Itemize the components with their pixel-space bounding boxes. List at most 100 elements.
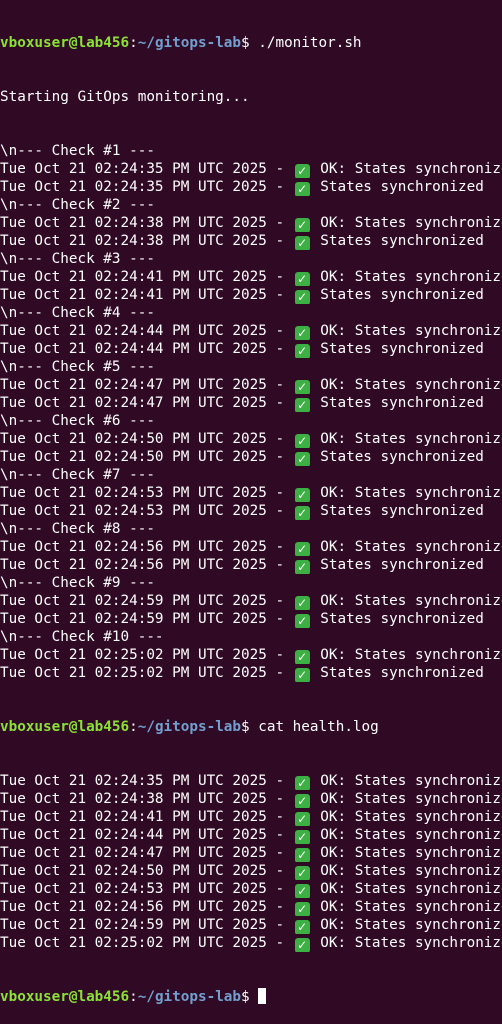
log-message: OK: States synchronized xyxy=(311,161,502,177)
check-mark-icon: ✓ xyxy=(294,776,310,790)
check-header: \n--- Check #3 --- xyxy=(0,251,155,267)
prompt-path: ~/gitops-lab xyxy=(137,989,242,1005)
check-mark-icon: ✓ xyxy=(294,326,310,340)
log-timestamp: Tue Oct 21 02:24:50 PM UTC 2025 - xyxy=(0,863,293,879)
log-line: Tue Oct 21 02:24:59 PM UTC 2025 - ✓ Stat… xyxy=(0,610,502,628)
check-header: \n--- Check #2 --- xyxy=(0,197,155,213)
log-message: OK: States synchronized xyxy=(311,773,502,789)
log-timestamp: Tue Oct 21 02:24:41 PM UTC 2025 - xyxy=(0,269,293,285)
log-message: OK: States synchronized xyxy=(311,935,502,951)
log-timestamp: Tue Oct 21 02:24:35 PM UTC 2025 - xyxy=(0,161,293,177)
prompt-user-host: vboxuser@lab456 xyxy=(0,989,130,1005)
log-line: Tue Oct 21 02:24:38 PM UTC 2025 - ✓ OK: … xyxy=(0,214,502,232)
check-mark-icon: ✓ xyxy=(294,596,310,610)
log-timestamp: Tue Oct 21 02:25:02 PM UTC 2025 - xyxy=(0,665,293,681)
log-message: OK: States synchronized xyxy=(311,881,502,897)
log-timestamp: Tue Oct 21 02:24:38 PM UTC 2025 - xyxy=(0,215,293,231)
log-timestamp: Tue Oct 21 02:24:44 PM UTC 2025 - xyxy=(0,341,293,357)
check-mark-icon: ✓ xyxy=(294,218,310,232)
check-mark-icon: ✓ xyxy=(294,848,310,862)
prompt-user-host: vboxuser@lab456 xyxy=(0,719,130,735)
log-message: OK: States synchronized xyxy=(311,917,502,933)
prompt-symbol: $ xyxy=(241,719,259,735)
log-message: States synchronized xyxy=(311,341,484,357)
check-mark-icon: ✓ xyxy=(294,650,310,664)
log-line: Tue Oct 21 02:24:41 PM UTC 2025 - ✓ OK: … xyxy=(0,808,502,826)
log-line: Tue Oct 21 02:24:35 PM UTC 2025 - ✓ OK: … xyxy=(0,772,502,790)
log-timestamp: Tue Oct 21 02:24:53 PM UTC 2025 - xyxy=(0,485,293,501)
prompt-separator: : xyxy=(129,719,138,735)
log-timestamp: Tue Oct 21 02:24:44 PM UTC 2025 - xyxy=(0,827,293,843)
log-line: Tue Oct 21 02:24:53 PM UTC 2025 - ✓ Stat… xyxy=(0,502,502,520)
check-header: \n--- Check #6 --- xyxy=(0,413,155,429)
log-timestamp: Tue Oct 21 02:24:50 PM UTC 2025 - xyxy=(0,449,293,465)
check-mark-icon: ✓ xyxy=(294,920,310,934)
log-line: Tue Oct 21 02:24:35 PM UTC 2025 - ✓ OK: … xyxy=(0,160,502,178)
log-timestamp: Tue Oct 21 02:24:47 PM UTC 2025 - xyxy=(0,845,293,861)
log-line: Tue Oct 21 02:24:50 PM UTC 2025 - ✓ OK: … xyxy=(0,430,502,448)
prompt-line: vboxuser@lab456:~/gitops-lab$ xyxy=(0,988,502,1006)
log-line: Tue Oct 21 02:24:56 PM UTC 2025 - ✓ OK: … xyxy=(0,538,502,556)
terminal-output[interactable]: vboxuser@lab456:~/gitops-lab$ ./monitor.… xyxy=(0,0,502,1024)
check-mark-icon: ✓ xyxy=(294,398,310,412)
check-header: \n--- Check #7 --- xyxy=(0,467,155,483)
log-message: States synchronized xyxy=(311,287,484,303)
log-line: Tue Oct 21 02:24:38 PM UTC 2025 - ✓ Stat… xyxy=(0,232,502,250)
log-timestamp: Tue Oct 21 02:24:47 PM UTC 2025 - xyxy=(0,377,293,393)
health-log-output: Tue Oct 21 02:24:35 PM UTC 2025 - ✓ OK: … xyxy=(0,772,502,952)
log-timestamp: Tue Oct 21 02:24:38 PM UTC 2025 - xyxy=(0,233,293,249)
check-mark-icon: ✓ xyxy=(294,164,310,178)
monitor-output: \n--- Check #1 --- Tue Oct 21 02:24:35 PM… xyxy=(0,142,502,682)
check-mark-icon: ✓ xyxy=(294,272,310,286)
check-mark-icon: ✓ xyxy=(294,866,310,880)
log-line: Tue Oct 21 02:24:41 PM UTC 2025 - ✓ Stat… xyxy=(0,286,502,304)
log-message: OK: States synchronized xyxy=(311,863,502,879)
log-timestamp: Tue Oct 21 02:24:56 PM UTC 2025 - xyxy=(0,899,293,915)
log-timestamp: Tue Oct 21 02:24:38 PM UTC 2025 - xyxy=(0,791,293,807)
prompt-separator: : xyxy=(129,989,138,1005)
output-line: Starting GitOps monitoring... xyxy=(0,89,250,105)
log-message: States synchronized xyxy=(311,557,484,573)
log-timestamp: Tue Oct 21 02:24:35 PM UTC 2025 - xyxy=(0,179,293,195)
log-line: Tue Oct 21 02:24:41 PM UTC 2025 - ✓ OK: … xyxy=(0,268,502,286)
check-header: \n--- Check #5 --- xyxy=(0,359,155,375)
log-message: States synchronized xyxy=(311,395,484,411)
log-message: OK: States synchronized xyxy=(311,215,502,231)
check-mark-icon: ✓ xyxy=(294,488,310,502)
prompt-symbol: $ xyxy=(241,989,259,1005)
log-timestamp: Tue Oct 21 02:24:41 PM UTC 2025 - xyxy=(0,287,293,303)
log-message: OK: States synchronized xyxy=(311,485,502,501)
log-timestamp: Tue Oct 21 02:24:35 PM UTC 2025 - xyxy=(0,773,293,789)
log-line: Tue Oct 21 02:25:02 PM UTC 2025 - ✓ OK: … xyxy=(0,934,502,952)
check-mark-icon: ✓ xyxy=(294,182,310,196)
check-mark-icon: ✓ xyxy=(294,830,310,844)
log-line: Tue Oct 21 02:24:59 PM UTC 2025 - ✓ OK: … xyxy=(0,592,502,610)
terminal-cursor xyxy=(258,988,267,1004)
check-mark-icon: ✓ xyxy=(294,236,310,250)
log-timestamp: Tue Oct 21 02:24:53 PM UTC 2025 - xyxy=(0,503,293,519)
prompt-user-host: vboxuser@lab456 xyxy=(0,35,130,51)
log-timestamp: Tue Oct 21 02:24:53 PM UTC 2025 - xyxy=(0,881,293,897)
log-timestamp: Tue Oct 21 02:24:56 PM UTC 2025 - xyxy=(0,557,293,573)
log-message: States synchronized xyxy=(311,611,484,627)
log-message: OK: States synchronized xyxy=(311,431,502,447)
log-line: Tue Oct 21 02:24:53 PM UTC 2025 - ✓ OK: … xyxy=(0,484,502,502)
check-mark-icon: ✓ xyxy=(294,902,310,916)
log-line: Tue Oct 21 02:24:56 PM UTC 2025 - ✓ Stat… xyxy=(0,556,502,574)
log-timestamp: Tue Oct 21 02:24:44 PM UTC 2025 - xyxy=(0,323,293,339)
check-mark-icon: ✓ xyxy=(294,938,310,952)
log-line: Tue Oct 21 02:24:53 PM UTC 2025 - ✓ OK: … xyxy=(0,880,502,898)
log-message: OK: States synchronized xyxy=(311,647,502,663)
check-header: \n--- Check #10 --- xyxy=(0,629,164,645)
log-message: OK: States synchronized xyxy=(311,269,502,285)
check-mark-icon: ✓ xyxy=(294,452,310,466)
log-message: States synchronized xyxy=(311,665,484,681)
check-mark-icon: ✓ xyxy=(294,794,310,808)
command-text: cat health.log xyxy=(258,719,379,735)
check-mark-icon: ✓ xyxy=(294,506,310,520)
log-message: OK: States synchronized xyxy=(311,323,502,339)
log-timestamp: Tue Oct 21 02:24:59 PM UTC 2025 - xyxy=(0,917,293,933)
log-timestamp: Tue Oct 21 02:24:56 PM UTC 2025 - xyxy=(0,539,293,555)
log-line: Tue Oct 21 02:25:02 PM UTC 2025 - ✓ Stat… xyxy=(0,664,502,682)
log-message: OK: States synchronized xyxy=(311,809,502,825)
